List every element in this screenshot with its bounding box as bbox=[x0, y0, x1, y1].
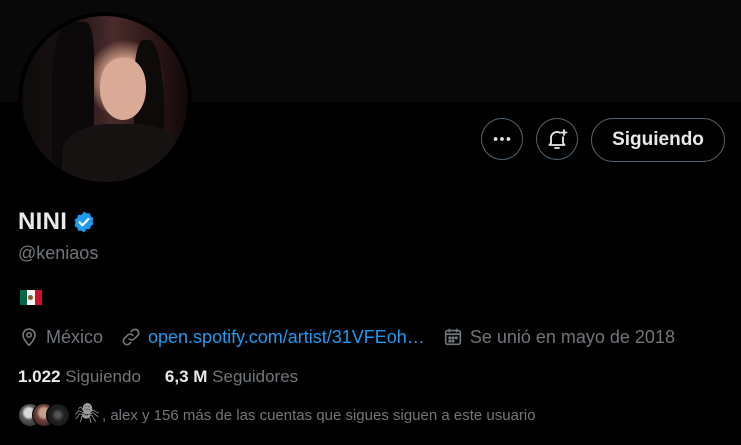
spider-emoji-icon: 🕷 bbox=[74, 403, 100, 425]
more-button[interactable] bbox=[481, 118, 523, 160]
verified-badge-icon[interactable] bbox=[72, 210, 96, 234]
website-item[interactable]: open.spotify.com/artist/31VFEoh… bbox=[120, 326, 425, 348]
avatar-jacket bbox=[62, 124, 182, 182]
followers-stat[interactable]: 6,3 M Seguidores bbox=[165, 367, 298, 387]
display-name: NINI bbox=[18, 208, 68, 235]
calendar-icon bbox=[444, 328, 461, 346]
following-stat[interactable]: 1.022 Siguiendo bbox=[18, 367, 141, 387]
location-item: México bbox=[18, 326, 103, 348]
mutual-avatar bbox=[46, 403, 70, 427]
joined-item: Se unió en mayo de 2018 bbox=[442, 326, 675, 348]
profile-avatar[interactable] bbox=[22, 16, 188, 182]
location-text: México bbox=[46, 326, 104, 347]
link-icon bbox=[122, 328, 140, 346]
bell-plus-icon bbox=[548, 129, 568, 149]
mutual-followers[interactable]: 🕷 , alex y 156 más de las cuentas que si… bbox=[18, 403, 536, 427]
profile-meta: México open.spotify.com/artist/31VFEoh… … bbox=[18, 326, 692, 348]
website-link[interactable]: open.spotify.com/artist/31VFEoh… bbox=[148, 327, 425, 348]
profile-handle: @keniaos bbox=[18, 243, 99, 263]
joined-text: Se unió en mayo de 2018 bbox=[469, 326, 675, 347]
following-count: 1.022 bbox=[18, 367, 61, 386]
mutual-avatars: 🕷 bbox=[18, 403, 102, 427]
more-icon bbox=[493, 137, 511, 141]
follow-stats: 1.022 Siguiendo 6,3 M Seguidores bbox=[18, 367, 322, 387]
notifications-button[interactable] bbox=[536, 118, 578, 160]
avatar-face bbox=[100, 58, 146, 120]
followers-label: Seguidores bbox=[212, 367, 299, 386]
following-label: Siguiendo bbox=[65, 367, 141, 386]
location-pin-icon bbox=[22, 328, 36, 347]
followers-count: 6,3 M bbox=[164, 367, 208, 386]
mexico-flag-icon bbox=[20, 290, 42, 305]
mutual-followers-text: , alex y 156 más de las cuentas que sigu… bbox=[102, 406, 536, 424]
name-row: NINI bbox=[18, 208, 96, 236]
following-button[interactable]: Siguiendo bbox=[591, 118, 725, 162]
